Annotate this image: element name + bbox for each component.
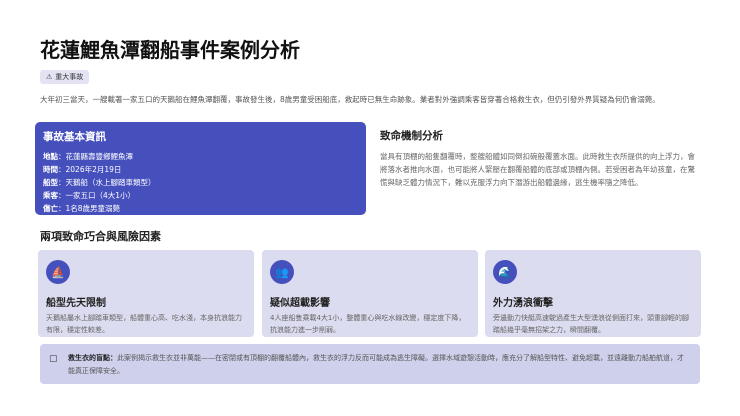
risk-card: ⛵ 船型先天限制 天鵝船屬水上腳踏車類型，船體重心高、吃水淺，本身抗浪能力有限，… xyxy=(38,250,254,337)
note-icon: ▢ xyxy=(49,354,58,364)
info-key: 傷亡 xyxy=(43,204,58,213)
info-value: 2026年2月19日 xyxy=(65,165,122,174)
info-row: 傷亡：1名8歲男童溺斃 xyxy=(43,204,121,213)
info-key: 乘客 xyxy=(43,191,58,200)
info-key: 船型 xyxy=(43,178,58,187)
card-text: 4人座船隻乘載4大1小，整體重心與吃水線改變，穩定度下降，抗浪能力進一步削弱。 xyxy=(270,314,466,334)
wave-icon: 🌊 xyxy=(493,260,517,284)
info-key: 地點 xyxy=(43,152,58,161)
info-value: 1名8歲男童溺斃 xyxy=(65,204,121,213)
info-row: 時間：2026年2月19日 xyxy=(43,165,122,174)
info-value: 天鵝船（水上腳踏車類型） xyxy=(65,178,156,187)
info-value: 花蓮縣壽豐鄉鯉魚潭 xyxy=(65,152,134,161)
info-row: 乘客：一家五口（4大1小） xyxy=(43,191,136,200)
card-text: 天鵝船屬水上腳踏車類型，船體重心高、吃水淺，本身抗浪能力有限，穩定性較差。 xyxy=(46,314,242,334)
info-key: 時間 xyxy=(43,165,58,174)
page-title: 花蓮鯉魚潭翻船事件案例分析 xyxy=(40,38,300,62)
badge-label: 重大事故 xyxy=(55,73,84,81)
info-value: 一家五口（4大1小） xyxy=(65,191,136,200)
warning-icon: ⚠ xyxy=(46,73,53,81)
info-row: 船型：天鵝船（水上腳踏車類型） xyxy=(43,178,156,187)
risk-card: 👥 疑似超載影響 4人座船隻乘載4大1小，整體重心與吃水線改變，穩定度下降，抗浪… xyxy=(262,250,478,337)
boat-icon: ⛵ xyxy=(46,260,70,284)
incident-info-card: 事故基本資訊 地點：花蓮縣壽豐鄉鯉魚潭 時間：2026年2月19日 船型：天鵝船… xyxy=(35,122,366,215)
people-icon: 👥 xyxy=(270,260,294,284)
card-title: 船型先天限制 xyxy=(46,298,106,309)
analysis-text: 當具有頂棚的船隻翻覆時，整艘船體如同倒扣碗般覆蓋水面。此時救生衣所提供的向上浮力… xyxy=(380,152,695,187)
card-title: 外力湧浪衝擊 xyxy=(493,298,553,309)
risk-card: 🌊 外力湧浪衝擊 旁邊動力快艇高速駛過產生大型湧浪從側面打來，頭重腳輕的腳踏船幾… xyxy=(485,250,701,337)
analysis-heading: 致命機制分析 xyxy=(380,130,443,142)
note-bold: 救生衣的盲點： xyxy=(68,354,117,362)
card-text: 旁邊動力快艇高速駛過產生大型湧浪從側面打來，頭重腳輕的腳踏船幾乎毫無招架之力，瞬… xyxy=(493,314,689,334)
status-badge: ⚠ 重大事故 xyxy=(40,70,90,84)
info-row: 地點：花蓮縣壽豐鄉鯉魚潭 xyxy=(43,152,134,161)
note-text: 此案例揭示救生衣並非萬能——在密閉或有頂棚的翻覆船體內，救生衣的浮力反而可能成為… xyxy=(68,354,684,375)
card-title: 疑似超載影響 xyxy=(270,298,330,309)
info-heading: 事故基本資訊 xyxy=(43,131,106,143)
note-box: ▢ 救生衣的盲點：此案例揭示救生衣並非萬能——在密閉或有頂棚的翻覆船體內，救生衣… xyxy=(40,344,700,384)
section-title: 兩項致命巧合與風險因素 xyxy=(40,230,161,243)
analysis-section: 致命機制分析 當具有頂棚的船隻翻覆時，整艘船體如同倒扣碗般覆蓋水面。此時救生衣所… xyxy=(380,128,700,189)
intro-text: 大年初三當天，一艘載著一家五口的天鵝船在鯉魚潭翻覆，事故發生後，8歲男童受困船底… xyxy=(40,95,660,104)
